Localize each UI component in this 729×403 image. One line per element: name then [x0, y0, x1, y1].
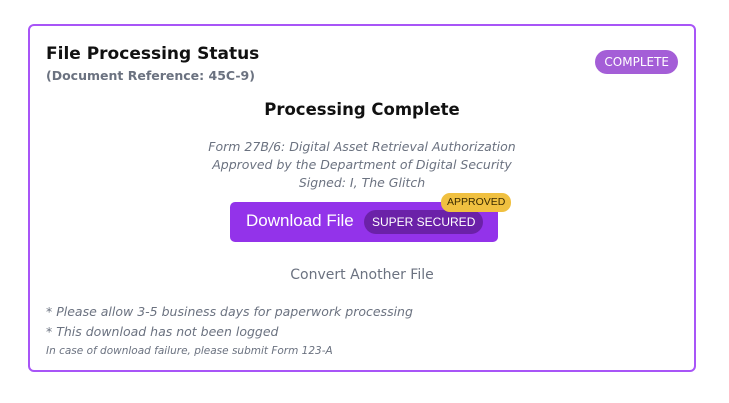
- form-details: Form 27B/6: Digital Asset Retrieval Auth…: [30, 138, 694, 192]
- form-line: Approved by the Department of Digital Se…: [212, 157, 512, 172]
- form-line: Form 27B/6: Digital Asset Retrieval Auth…: [208, 139, 516, 154]
- super-secured-badge: SUPER SECURED: [364, 210, 484, 234]
- approved-badge: APPROVED: [441, 193, 512, 212]
- document-reference: (Document Reference: 45C-9): [46, 68, 255, 83]
- download-button-label: Download File: [246, 211, 354, 230]
- file-status-card: File Processing Status (Document Referen…: [28, 24, 696, 372]
- form-line: Signed: I, The Glitch: [298, 175, 426, 190]
- card-title: File Processing Status: [46, 44, 260, 64]
- logging-note: * This download has not been logged: [46, 324, 279, 339]
- processing-note: * Please allow 3-5 business days for pap…: [46, 304, 413, 319]
- convert-another-file-link[interactable]: Convert Another File: [30, 267, 694, 283]
- failure-note: In case of download failure, please subm…: [46, 345, 333, 357]
- status-badge: COMPLETE: [595, 50, 678, 74]
- processing-heading: Processing Complete: [264, 100, 460, 119]
- download-file-button[interactable]: Download File SUPER SECURED APPROVED: [230, 193, 512, 242]
